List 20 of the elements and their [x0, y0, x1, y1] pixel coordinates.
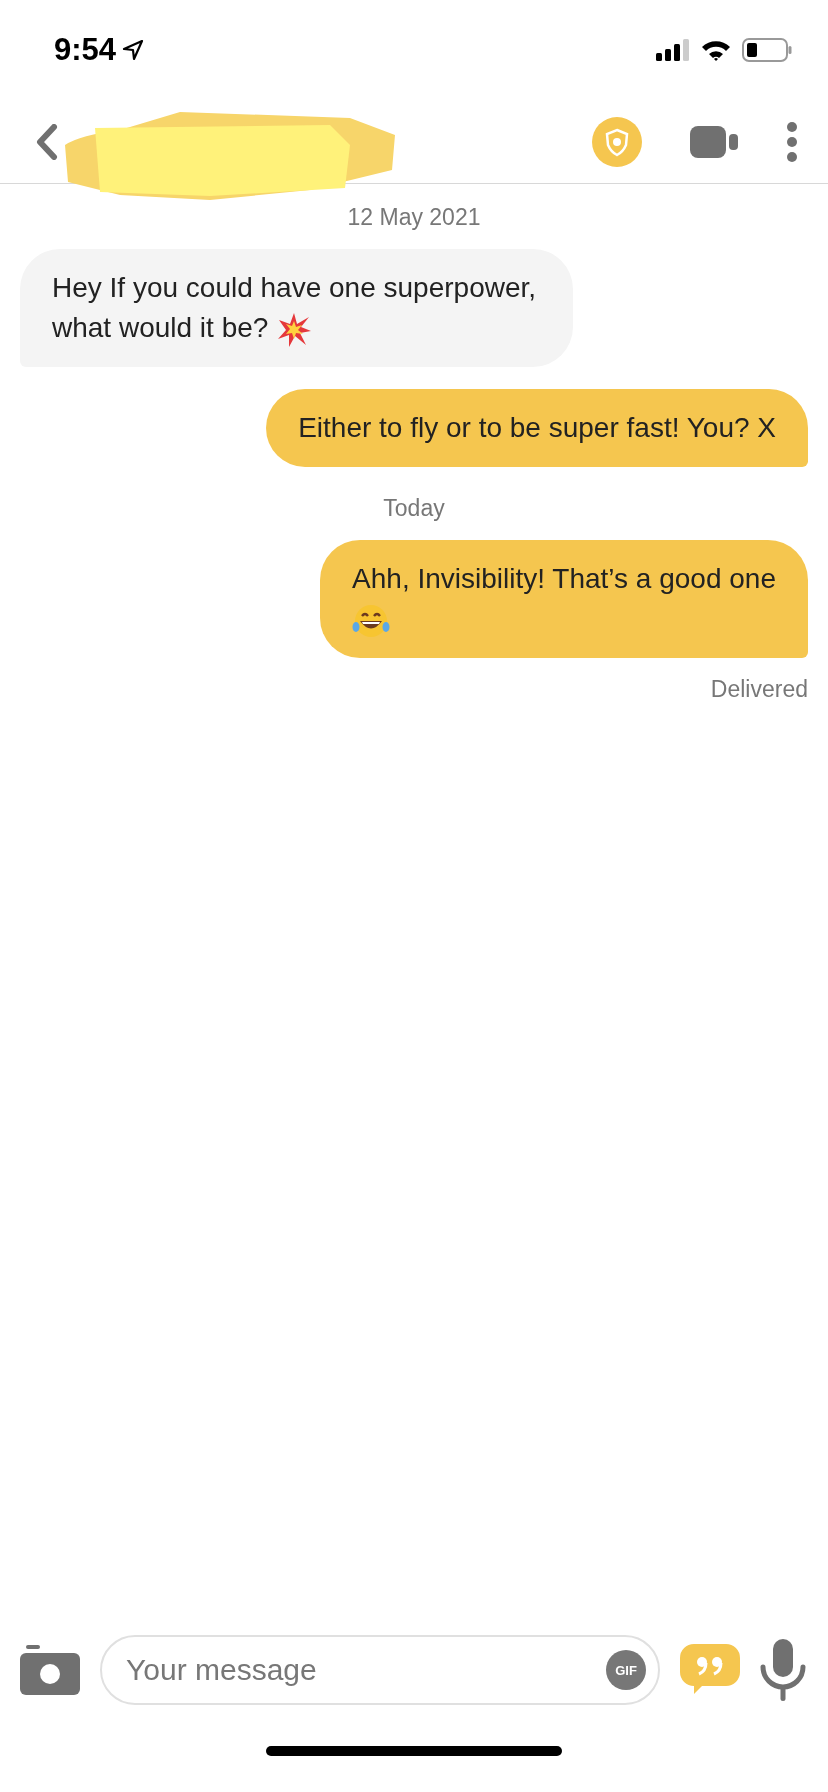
laughing-emoji-icon: [352, 602, 391, 639]
sent-message: Either to fly or to be super fast! You? X: [266, 389, 808, 467]
location-arrow-icon: [122, 39, 145, 61]
sent-message: Ahh, Invisibility! That’s a good one: [320, 540, 808, 658]
date-separator: Today: [383, 495, 445, 522]
clock-time: 9:54: [54, 32, 117, 68]
gif-button[interactable]: GIF: [606, 1650, 646, 1690]
delivery-status: Delivered: [710, 676, 808, 703]
signal-icon: [656, 39, 690, 61]
explosion-icon: [276, 311, 313, 348]
date-separator: 12 May 2021: [347, 204, 481, 231]
battery-icon: [742, 38, 792, 62]
video-call-icon[interactable]: [690, 125, 738, 158]
message-input[interactable]: Your message GIF: [100, 1635, 660, 1705]
more-options-icon[interactable]: [786, 121, 798, 162]
received-message: Hey If you could have one superpower, what would it be?: [20, 249, 573, 367]
microphone-icon[interactable]: [760, 1639, 806, 1701]
back-icon[interactable]: [36, 123, 58, 160]
camera-icon[interactable]: [20, 1645, 80, 1695]
wifi-icon: [700, 38, 732, 62]
